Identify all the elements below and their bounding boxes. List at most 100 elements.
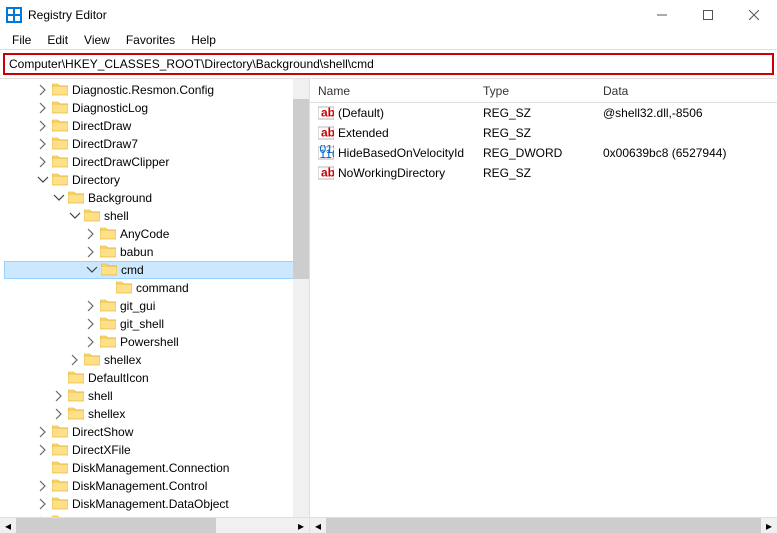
string-value-icon xyxy=(318,165,334,181)
tree-node-label: DirectDrawClipper xyxy=(72,155,169,169)
tree-node-label: AnyCode xyxy=(120,227,169,241)
values-pane[interactable]: Name Type Data (Default)REG_SZ@shell32.d… xyxy=(310,79,777,517)
chevron-right-icon[interactable] xyxy=(36,443,50,457)
value-type: REG_SZ xyxy=(475,164,595,182)
tree-scrollbar[interactable] xyxy=(293,79,309,517)
tree-hscrollbar[interactable]: ◂ ▸ xyxy=(0,518,310,533)
window-controls xyxy=(639,0,777,30)
value-row[interactable]: (Default)REG_SZ@shell32.dll,-8506 xyxy=(310,103,777,123)
maximize-button[interactable] xyxy=(685,0,731,30)
chevron-right-icon[interactable] xyxy=(84,335,98,349)
value-data: 0x00639bc8 (6527944) xyxy=(595,144,777,162)
chevron-down-icon[interactable] xyxy=(36,173,50,187)
chevron-down-icon[interactable] xyxy=(85,263,99,277)
value-row[interactable]: ExtendedREG_SZ xyxy=(310,123,777,143)
tree-node[interactable]: Background xyxy=(4,189,309,207)
chevron-right-icon[interactable] xyxy=(84,245,98,259)
folder-icon xyxy=(52,118,72,135)
value-row[interactable]: NoWorkingDirectoryREG_SZ xyxy=(310,163,777,183)
chevron-right-icon[interactable] xyxy=(36,83,50,97)
tree-node[interactable]: DirectDraw7 xyxy=(4,135,309,153)
tree-node[interactable]: DiagnosticLog xyxy=(4,99,309,117)
folder-icon xyxy=(52,442,72,459)
menu-file[interactable]: File xyxy=(4,31,39,49)
chevron-down-icon[interactable] xyxy=(68,209,82,223)
tree-node-label: DiskManagement.DataObject xyxy=(72,497,229,511)
chevron-right-icon[interactable] xyxy=(68,353,82,367)
folder-icon xyxy=(52,136,72,153)
string-value-icon xyxy=(318,125,334,141)
menu-favorites[interactable]: Favorites xyxy=(118,31,183,49)
tree-node-label: DiskManagement.SnapIn xyxy=(72,515,207,517)
folder-icon xyxy=(84,352,104,369)
tree-node-label: Directory xyxy=(72,173,120,187)
chevron-right-icon[interactable] xyxy=(36,515,50,517)
close-button[interactable] xyxy=(731,0,777,30)
tree-node[interactable]: DiskManagement.Control xyxy=(4,477,309,495)
minimize-button[interactable] xyxy=(639,0,685,30)
menu-help[interactable]: Help xyxy=(183,31,224,49)
column-name[interactable]: Name xyxy=(310,80,475,102)
folder-icon xyxy=(52,478,72,495)
string-value-icon xyxy=(318,105,334,121)
tree-node-label: babun xyxy=(120,245,153,259)
tree-node-label: shell xyxy=(88,389,113,403)
folder-icon xyxy=(101,262,121,279)
chevron-right-icon[interactable] xyxy=(36,479,50,493)
tree-node[interactable]: DirectXFile xyxy=(4,441,309,459)
tree-node[interactable]: shell xyxy=(4,387,309,405)
tree-node[interactable]: AnyCode xyxy=(4,225,309,243)
chevron-right-icon[interactable] xyxy=(84,299,98,313)
folder-icon xyxy=(52,460,72,477)
chevron-down-icon[interactable] xyxy=(52,191,66,205)
tree-node[interactable]: babun xyxy=(4,243,309,261)
chevron-right-icon[interactable] xyxy=(36,119,50,133)
chevron-right-icon[interactable] xyxy=(36,155,50,169)
column-type[interactable]: Type xyxy=(475,80,595,102)
tree-node[interactable]: Directory xyxy=(4,171,309,189)
tree-node[interactable]: DiskManagement.Connection xyxy=(4,459,309,477)
tree-node-label: DiagnosticLog xyxy=(72,101,148,115)
tree-node[interactable]: DiskManagement.DataObject xyxy=(4,495,309,513)
value-data xyxy=(595,171,777,175)
titlebar: Registry Editor xyxy=(0,0,777,30)
app-icon xyxy=(6,7,22,23)
tree-node[interactable]: DiskManagement.SnapIn xyxy=(4,513,309,517)
column-data[interactable]: Data xyxy=(595,80,777,102)
tree-node-label: shellex xyxy=(88,407,125,421)
chevron-right-icon[interactable] xyxy=(52,389,66,403)
chevron-right-icon[interactable] xyxy=(84,227,98,241)
tree-node[interactable]: command xyxy=(4,279,309,297)
tree-node[interactable]: Diagnostic.Resmon.Config xyxy=(4,81,309,99)
menu-edit[interactable]: Edit xyxy=(39,31,76,49)
tree-pane[interactable]: Diagnostic.Resmon.Config DiagnosticLog Dir… xyxy=(0,79,310,517)
chevron-right-icon[interactable] xyxy=(36,137,50,151)
tree-node[interactable]: shellex xyxy=(4,405,309,423)
tree-node[interactable]: DefaultIcon xyxy=(4,369,309,387)
address-input[interactable] xyxy=(9,57,768,71)
tree-node[interactable]: shell xyxy=(4,207,309,225)
value-row[interactable]: HideBasedOnVelocityIdREG_DWORD0x00639bc8… xyxy=(310,143,777,163)
tree-node[interactable]: git_gui xyxy=(4,297,309,315)
tree-node[interactable]: git_shell xyxy=(4,315,309,333)
folder-icon xyxy=(52,496,72,513)
chevron-right-icon[interactable] xyxy=(36,497,50,511)
chevron-right-icon[interactable] xyxy=(52,407,66,421)
chevron-right-icon[interactable] xyxy=(84,317,98,331)
menu-view[interactable]: View xyxy=(76,31,118,49)
tree-node[interactable]: DirectDraw xyxy=(4,117,309,135)
chevron-right-icon[interactable] xyxy=(36,425,50,439)
tree-node[interactable]: Powershell xyxy=(4,333,309,351)
tree-node[interactable]: cmd xyxy=(4,261,309,279)
chevron-right-icon[interactable] xyxy=(36,101,50,115)
value-type: REG_SZ xyxy=(475,104,595,122)
folder-icon xyxy=(52,172,72,189)
tree-node-label: shellex xyxy=(104,353,141,367)
folder-icon xyxy=(100,334,120,351)
value-data xyxy=(595,131,777,135)
expander-none xyxy=(36,461,50,475)
tree-node[interactable]: shellex xyxy=(4,351,309,369)
list-hscrollbar[interactable]: ◂ ▸ xyxy=(310,518,777,533)
tree-node[interactable]: DirectDrawClipper xyxy=(4,153,309,171)
tree-node[interactable]: DirectShow xyxy=(4,423,309,441)
